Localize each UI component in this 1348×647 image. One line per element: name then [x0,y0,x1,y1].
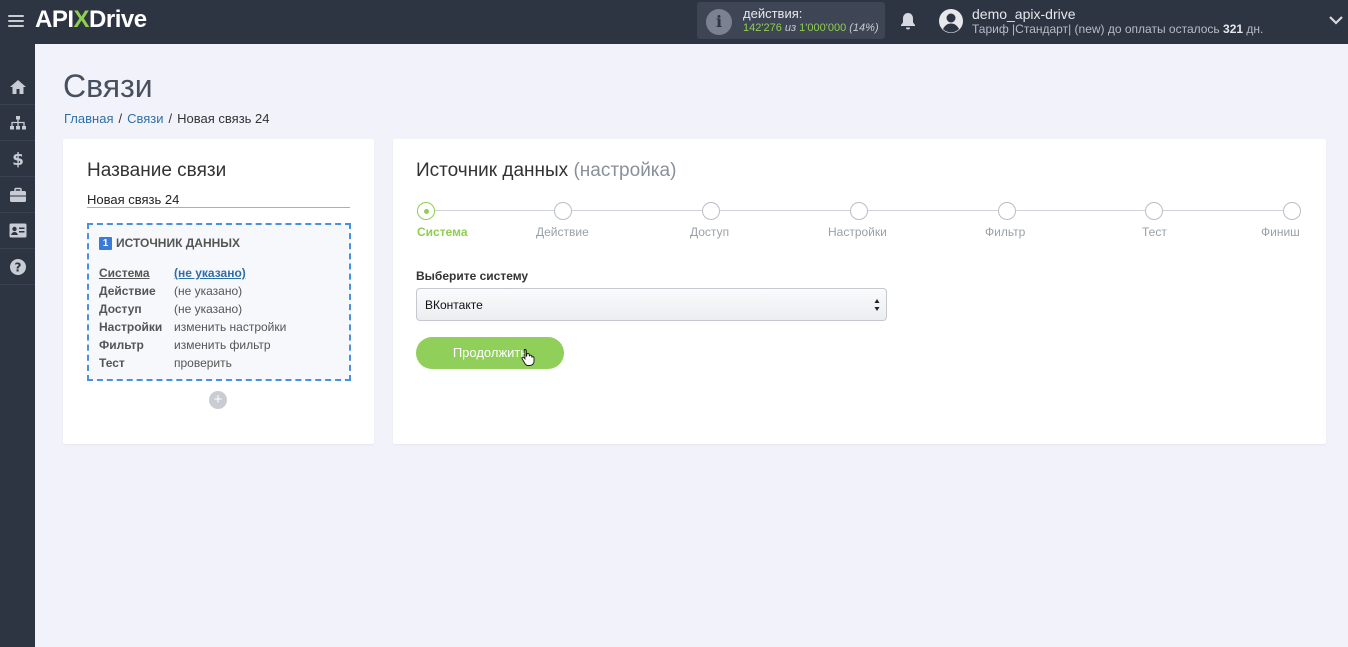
step-label-action[interactable]: Действие [536,225,589,239]
step-label-filter[interactable]: Фильтр [985,225,1025,239]
id-card-icon [9,223,26,238]
svg-text:?: ? [14,260,21,274]
sidebar-item-profile[interactable] [0,213,35,249]
breadcrumb-connections[interactable]: Связи [127,111,163,126]
hand-cursor-icon [521,349,535,366]
bell-icon[interactable] [898,11,918,31]
data-source-block[interactable]: 1 ИСТОЧНИК ДАННЫХ Система (не указано) Д… [87,223,351,381]
data-source-header: 1 ИСТОЧНИК ДАННЫХ [99,236,240,250]
step-label-test[interactable]: Тест [1142,225,1167,239]
step-label-finish[interactable]: Финиш [1261,225,1300,239]
page-title: Связи [63,68,153,104]
dollar-icon: $ [12,150,24,168]
home-icon [9,79,26,94]
connection-name-card: Название связи 1 ИСТОЧНИК ДАННЫХ Система… [63,139,374,444]
sidebar-item-help[interactable]: ? [0,249,35,285]
breadcrumb-home[interactable]: Главная [64,111,113,126]
info-icon: i [706,9,732,35]
system-select[interactable]: ВКонтакте [416,288,887,321]
user-name[interactable]: demo_apix-drive [972,6,1076,22]
sidebar: $ ? [0,44,35,647]
step-label-access[interactable]: Доступ [690,225,729,239]
user-avatar-icon[interactable] [938,8,964,34]
chevron-down-icon[interactable] [1328,12,1344,28]
hamburger-menu-icon[interactable] [8,12,24,32]
step-dot-action[interactable] [554,202,572,220]
step-dot-access[interactable] [702,202,720,220]
step-label-settings[interactable]: Настройки [828,225,887,239]
data-source-title: Источник данных (настройка) [416,160,677,181]
sidebar-item-billing[interactable]: $ [0,141,35,177]
add-block-button[interactable]: + [209,391,227,409]
step-label-system[interactable]: Система [417,225,468,239]
apix-drive-logo[interactable]: APIXDrive [35,6,147,34]
step-dot-test[interactable] [1145,202,1163,220]
svg-text:$: $ [12,150,24,168]
system-select-value: ВКонтакте [425,298,483,312]
plan-info: Тариф |Стандарт| (new) до оплаты осталос… [972,22,1264,36]
step-dot-finish[interactable] [1283,202,1301,220]
actions-counter[interactable]: i действия: 142'276 из 1'000'000 (14%) [697,2,885,39]
sidebar-item-briefcase[interactable] [0,177,35,213]
step-dot-system[interactable] [417,202,435,220]
connection-name-title: Название связи [87,160,227,181]
step-dot-settings[interactable] [850,202,868,220]
sidebar-item-home[interactable] [0,69,35,105]
step-dot-filter[interactable] [998,202,1016,220]
connection-name-input[interactable] [87,191,350,208]
continue-button[interactable]: Продолжить [416,337,564,369]
breadcrumb: Главная / Связи / Новая связь 24 [64,111,270,126]
sitemap-icon [9,115,26,129]
help-icon: ? [9,258,26,275]
actions-count: 142'276 из 1'000'000 (14%) [743,22,879,34]
top-bar: APIXDrive i действия: 142'276 из 1'000'0… [0,0,1348,44]
breadcrumb-current: Новая связь 24 [177,111,270,126]
briefcase-icon [9,187,26,202]
data-source-settings-card: Источник данных (настройка) Система Дейс… [393,139,1326,444]
select-system-label: Выберите систему [416,269,529,283]
step-number-badge: 1 [99,236,112,250]
sidebar-item-connections[interactable] [0,105,35,141]
actions-label: действия: [743,6,803,21]
select-arrows-icon [874,299,880,311]
